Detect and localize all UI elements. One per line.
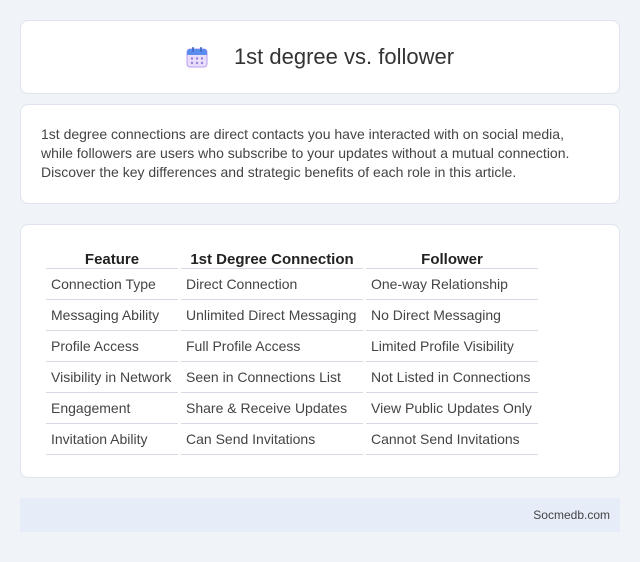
table-cell: Cannot Send Invitations	[366, 424, 538, 455]
table-cell: One-way Relationship	[366, 269, 538, 300]
column-header-follower: Follower	[366, 247, 538, 269]
table-cell: Profile Access	[46, 331, 178, 362]
table-cell: View Public Updates Only	[366, 393, 538, 424]
table-cell: Unlimited Direct Messaging	[181, 300, 363, 331]
table-cell: Visibility in Network	[46, 362, 178, 393]
calendar-icon	[186, 46, 208, 68]
table-row: Connection Type Direct Connection One-wa…	[46, 269, 538, 300]
table-cell: Seen in Connections List	[181, 362, 363, 393]
table-cell: Full Profile Access	[181, 331, 363, 362]
footer: Socmedb.com	[20, 498, 620, 532]
table-row: Visibility in Network Seen in Connection…	[46, 362, 538, 393]
page-title: 1st degree vs. follower	[233, 44, 455, 69]
table-cell: Messaging Ability	[46, 300, 178, 331]
table-header-row: Feature 1st Degree Connection Follower	[46, 247, 538, 269]
footer-site-link[interactable]: Socmedb.com	[533, 508, 610, 522]
table-cell: Share & Receive Updates	[181, 393, 363, 424]
title-card: 1st degree vs. follower	[20, 20, 620, 94]
table-cell: Can Send Invitations	[181, 424, 363, 455]
table-cell: Engagement	[46, 393, 178, 424]
table-row: Profile Access Full Profile Access Limit…	[46, 331, 538, 362]
table-row: Engagement Share & Receive Updates View …	[46, 393, 538, 424]
table-cell: Not Listed in Connections	[366, 362, 538, 393]
column-header-feature: Feature	[46, 247, 178, 269]
column-header-1st-degree: 1st Degree Connection	[181, 247, 363, 269]
table-cell: No Direct Messaging	[366, 300, 538, 331]
table-row: Invitation Ability Can Send Invitations …	[46, 424, 538, 455]
table-cell: Connection Type	[46, 269, 178, 300]
table-row: Messaging Ability Unlimited Direct Messa…	[46, 300, 538, 331]
description-card: 1st degree connections are direct contac…	[20, 104, 620, 204]
table-cell: Invitation Ability	[46, 424, 178, 455]
comparison-table: Feature 1st Degree Connection Follower C…	[43, 247, 541, 455]
description-text: 1st degree connections are direct contac…	[41, 126, 570, 180]
table-cell: Direct Connection	[181, 269, 363, 300]
comparison-table-card: Feature 1st Degree Connection Follower C…	[20, 224, 620, 478]
table-cell: Limited Profile Visibility	[366, 331, 538, 362]
